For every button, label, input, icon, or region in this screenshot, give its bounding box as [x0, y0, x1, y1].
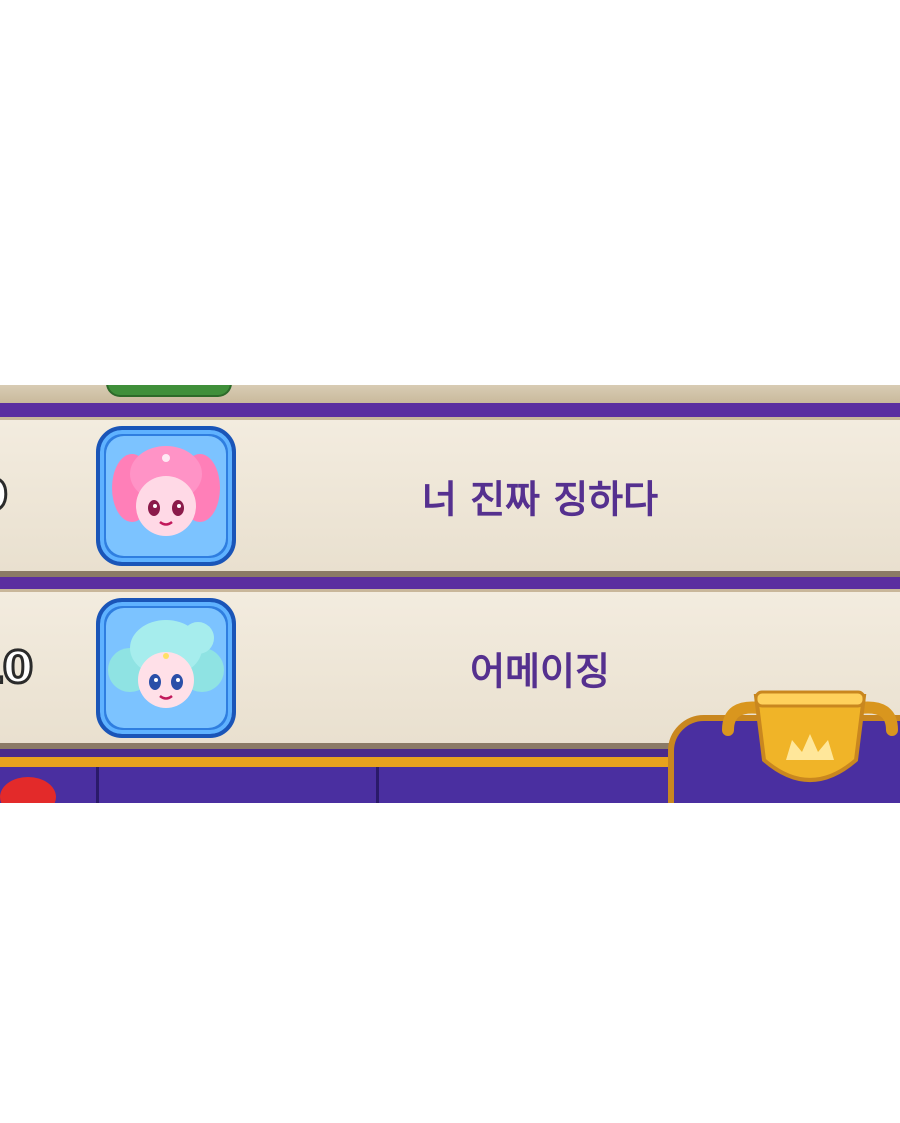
rank-number: 10 [0, 641, 35, 695]
green-tab [106, 385, 232, 397]
teal-fairy-character-icon[interactable] [96, 598, 236, 738]
leaderboard-row[interactable]: 9 너 진짜 징하다 [0, 417, 900, 577]
row-divider [0, 577, 900, 589]
pink-fairy-character-icon[interactable] [96, 426, 236, 566]
toolbar-divider [96, 767, 99, 803]
player-name: 어메이징 [470, 649, 610, 693]
trophy-icon[interactable] [720, 690, 900, 803]
row-divider [0, 403, 900, 417]
toolbar-divider [376, 767, 379, 803]
rank-number: 9 [0, 469, 10, 523]
pink-fairy-character-icon [106, 436, 226, 556]
teal-fairy-character-icon [106, 608, 226, 728]
leaderboard-panel: 9 너 진짜 징하다 10 [0, 385, 900, 803]
player-name: 너 진짜 징하다 [421, 477, 659, 521]
